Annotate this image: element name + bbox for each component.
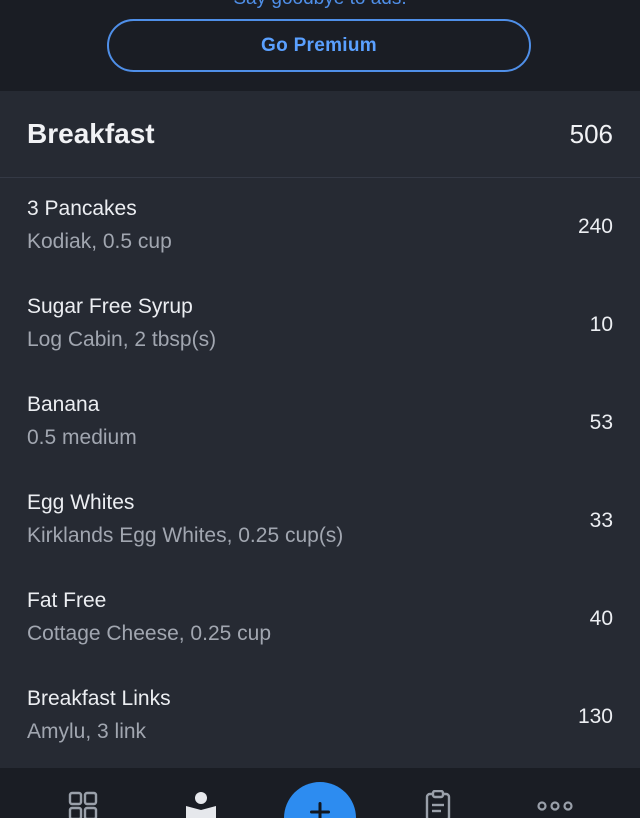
food-name: Fat Free: [27, 589, 107, 612]
meal-title: Breakfast: [27, 118, 155, 149]
tab-dashboard[interactable]: [63, 790, 103, 818]
go-premium-button[interactable]: Go Premium: [107, 19, 531, 72]
food-name: Egg Whites: [27, 491, 135, 514]
bottom-tab-bar: [0, 768, 640, 818]
dashboard-icon: [68, 791, 98, 818]
food-description: Kodiak, 0.5 cup: [27, 230, 172, 253]
tab-plans[interactable]: [418, 790, 458, 818]
add-button[interactable]: [284, 782, 356, 818]
food-description: Cottage Cheese, 0.25 cup: [27, 622, 272, 645]
more-icon: [537, 801, 573, 811]
food-calories: 10: [589, 313, 613, 336]
food-description: Amylu, 3 link: [27, 720, 147, 743]
food-item[interactable]: Sugar Free Syrup Log Cabin, 2 tbsp(s) 10: [0, 276, 640, 374]
premium-tagline: Say goodbye to ads.: [0, 0, 640, 10]
food-calories: 240: [577, 215, 613, 238]
food-calories: 33: [589, 509, 613, 532]
breakfast-section: Breakfast 506 3 Pancakes Kodiak, 0.5 cup…: [0, 91, 640, 768]
food-list: 3 Pancakes Kodiak, 0.5 cup 240 Sugar Fre…: [0, 178, 640, 766]
food-item[interactable]: Breakfast Links Amylu, 3 link 130: [0, 668, 640, 766]
food-name: 3 Pancakes: [27, 197, 137, 220]
food-calories: 53: [589, 411, 613, 434]
diary-icon: [186, 792, 216, 818]
food-name: Sugar Free Syrup: [27, 295, 193, 318]
food-item[interactable]: Banana 0.5 medium 53: [0, 374, 640, 472]
tab-more[interactable]: [535, 790, 575, 818]
food-description: 0.5 medium: [27, 426, 137, 449]
food-name: Banana: [27, 393, 100, 416]
add-icon: [310, 802, 330, 818]
food-item[interactable]: 3 Pancakes Kodiak, 0.5 cup 240: [0, 178, 640, 276]
app-screen: Say goodbye to ads. Go Premium Breakfast…: [0, 0, 640, 818]
plans-icon: [425, 790, 451, 818]
food-item[interactable]: Egg Whites Kirklands Egg Whites, 0.25 cu…: [0, 472, 640, 570]
tab-diary[interactable]: [181, 790, 221, 818]
meal-total-calories: 506: [569, 119, 613, 149]
meal-header[interactable]: Breakfast 506: [0, 91, 640, 178]
food-item[interactable]: Fat Free Cottage Cheese, 0.25 cup 40: [0, 570, 640, 668]
food-description: Log Cabin, 2 tbsp(s): [27, 328, 217, 351]
premium-banner: Say goodbye to ads. Go Premium: [0, 0, 640, 91]
food-description: Kirklands Egg Whites, 0.25 cup(s): [27, 524, 344, 547]
food-calories: 40: [589, 607, 613, 630]
food-name: Breakfast Links: [27, 687, 171, 710]
food-calories: 130: [577, 705, 613, 728]
